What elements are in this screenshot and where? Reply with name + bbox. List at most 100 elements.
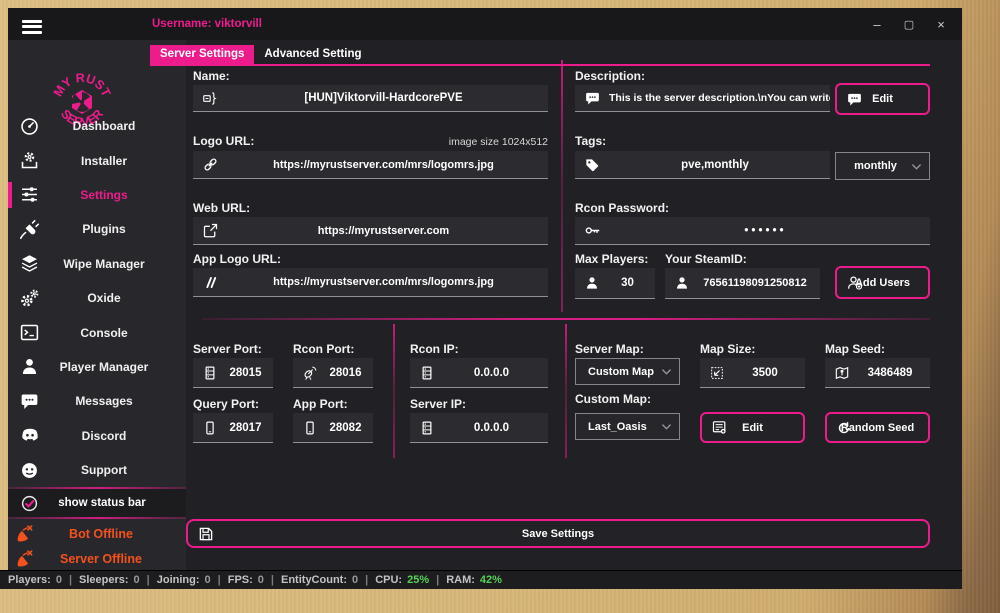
layers-icon — [19, 253, 40, 274]
tags-input[interactable]: pve,monthly — [575, 151, 830, 179]
server-port-label: Server Port: — [193, 342, 262, 356]
sidebar-item-plugins[interactable]: Plugins — [8, 212, 186, 246]
logo-url-input[interactable]: https://myrustserver.com/mrs/logomrs.jpg — [193, 151, 548, 179]
desktop-background: Username: viktorvill – ▢ × MY RUST SERVE… — [0, 0, 1000, 613]
form-edit-icon — [711, 419, 728, 436]
logo-url-hint: image size 1024x512 — [448, 136, 548, 148]
app-port-input[interactable]: 28082 — [293, 413, 373, 443]
stat-fps: FPS: 0 — [227, 574, 264, 586]
satellite-offline-icon — [15, 524, 35, 544]
tab-server-settings[interactable]: Server Settings — [150, 45, 255, 64]
sidebar-nav: Dashboard Installer Settings Plugins Wip… — [8, 109, 186, 487]
chat-icon — [584, 90, 601, 107]
tag-icon — [584, 157, 600, 173]
sliders-icon — [19, 184, 40, 205]
close-button[interactable]: × — [930, 17, 952, 32]
edit-description-button[interactable]: Edit — [835, 83, 930, 115]
satellite-offline-icon — [15, 549, 35, 569]
external-link-icon — [202, 222, 219, 239]
minimize-button[interactable]: – — [866, 17, 888, 32]
map-section-divider — [565, 324, 567, 458]
map-size-input[interactable]: 3500 — [700, 358, 805, 388]
status-bar: Players: 0 | Sleepers: 0 | Joining: 0 | FPS… — [0, 570, 962, 589]
query-port-input[interactable]: 28017 — [193, 413, 273, 443]
maximize-button[interactable]: ▢ — [898, 18, 920, 31]
sidebar-item-installer[interactable]: Installer — [8, 143, 186, 177]
username-label: Username: viktorvill — [152, 18, 262, 30]
main-content: Server Settings Advanced Setting Name: [… — [150, 40, 962, 570]
sidebar-item-messages[interactable]: Messages — [8, 384, 186, 418]
refresh-icon — [836, 420, 852, 436]
map-seed-input[interactable]: 3486489 — [825, 358, 930, 388]
terminal-icon — [19, 322, 40, 343]
server-port-input[interactable]: 28015 — [193, 358, 273, 388]
map-seed-label: Map Seed: — [825, 342, 886, 356]
server-map-dropdown[interactable]: Custom Map — [575, 358, 680, 385]
sidebar-divider — [8, 517, 186, 519]
sidebar-item-player-manager[interactable]: Player Manager — [8, 350, 186, 384]
chevron-down-icon — [659, 419, 674, 434]
installer-icon — [19, 150, 40, 171]
server-icon — [202, 365, 218, 381]
edit-map-button[interactable]: Edit — [700, 412, 805, 443]
discord-icon — [19, 425, 41, 447]
app-port-label: App Port: — [293, 397, 348, 411]
random-seed-button[interactable]: Random Seed — [825, 412, 930, 443]
description-input[interactable]: This is the server description.\nYou can… — [575, 85, 830, 112]
stat-entity-count: EntityCount: 0 — [281, 574, 359, 586]
stat-sleepers: Sleepers: 0 — [79, 574, 140, 586]
app-logo-url-label: App Logo URL: — [193, 252, 281, 266]
rcon-ip-label: Rcon IP: — [410, 342, 459, 356]
max-players-input[interactable]: 30 — [575, 268, 655, 299]
custom-map-dropdown[interactable]: Last_Oasis — [575, 413, 680, 440]
custom-map-label: Custom Map: — [575, 392, 651, 406]
support-icon — [19, 460, 40, 481]
tab-underline — [150, 64, 930, 66]
column-divider — [561, 60, 563, 312]
sidebar-item-wipe-manager[interactable]: Wipe Manager — [8, 247, 186, 281]
name-label: Name: — [193, 69, 230, 83]
app-logo-url-input[interactable]: https://myrustserver.com/mrs/logomrs.jpg — [193, 268, 548, 297]
show-status-bar-toggle[interactable]: show status bar — [8, 489, 186, 517]
phone-icon — [302, 420, 318, 436]
stat-ram: RAM: 42% — [446, 574, 502, 586]
gears-icon — [19, 288, 40, 309]
stat-joining: Joining: 0 — [156, 574, 211, 586]
sidebar-item-console[interactable]: Console — [8, 315, 186, 349]
person-icon — [584, 275, 600, 291]
chevron-down-icon — [659, 364, 674, 379]
save-settings-button[interactable]: Save Settings — [186, 519, 930, 548]
gauge-icon — [19, 116, 40, 137]
rcon-port-input[interactable]: 28016 — [293, 358, 373, 388]
rcon-password-label: Rcon Password: — [575, 201, 670, 215]
server-ip-label: Server IP: — [410, 397, 467, 411]
web-url-label: Web URL: — [193, 201, 251, 215]
sidebar-item-dashboard[interactable]: Dashboard — [8, 109, 186, 143]
sidebar-item-settings[interactable]: Settings — [8, 178, 186, 212]
sidebar-item-support[interactable]: Support — [8, 453, 186, 487]
section-divider — [202, 318, 930, 320]
person-icon — [674, 275, 690, 291]
web-url-input[interactable]: https://myrustserver.com — [193, 217, 548, 245]
bot-status: Bot Offline — [8, 521, 186, 546]
hamburger-menu-icon[interactable] — [16, 15, 48, 37]
sidebar-item-oxide[interactable]: Oxide — [8, 281, 186, 315]
phone-icon — [202, 420, 218, 436]
satellite-icon — [302, 365, 318, 381]
rcon-password-input[interactable]: •••••• — [575, 217, 930, 245]
stat-players: Players: 0 — [8, 574, 62, 586]
server-ip-input[interactable]: 0.0.0.0 — [410, 413, 548, 443]
stat-cpu: CPU: 25% — [375, 574, 430, 586]
steam-id-input[interactable]: 76561198091250812 — [665, 268, 820, 299]
server-icon — [419, 365, 435, 381]
floppy-icon — [197, 525, 215, 543]
steam-id-label: Your SteamID: — [665, 252, 747, 266]
query-port-label: Query Port: — [193, 397, 260, 411]
sidebar-item-discord[interactable]: Discord — [8, 419, 186, 453]
sidebar: MY RUST SERVER Dashboard Installer Setti… — [8, 40, 186, 570]
tab-advanced-setting[interactable]: Advanced Setting — [254, 45, 371, 64]
tags-dropdown[interactable]: monthly — [835, 152, 930, 180]
name-input[interactable]: [HUN]Viktorvill-HardcorePVE — [193, 85, 548, 112]
add-users-button[interactable]: Add Users — [835, 266, 930, 299]
rcon-ip-input[interactable]: 0.0.0.0 — [410, 358, 548, 388]
